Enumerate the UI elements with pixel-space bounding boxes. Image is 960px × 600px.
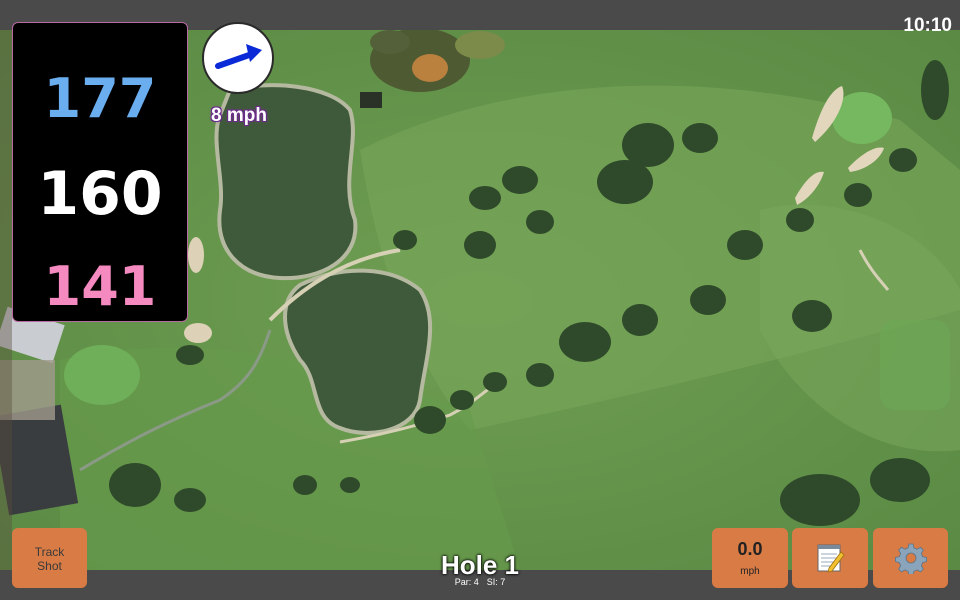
notes-button[interactable] [792, 528, 868, 588]
yardage-panel: 177 160 141 [12, 22, 188, 322]
si-text: SI: 7 [486, 577, 506, 587]
track-shot-label-line1: Track [34, 545, 65, 559]
settings-button[interactable] [873, 528, 948, 588]
speed-value: 0.0 [737, 539, 763, 559]
clock: 10:10 [903, 15, 952, 36]
par-text: Par: 4 [454, 577, 479, 587]
track-shot-button[interactable]: Track Shot [12, 528, 87, 588]
hole-info: Par: 4 SI: 7 [380, 577, 580, 587]
wind-indicator [202, 22, 274, 94]
wind-speed: 8 mph [211, 105, 267, 126]
track-shot-label-line2: Shot [37, 559, 62, 573]
gear-icon [894, 543, 927, 574]
middle-yardage: 160 [37, 159, 163, 229]
notepad-icon [817, 544, 845, 573]
back-yardage: 177 [43, 67, 157, 130]
speed-button[interactable]: 0.0 mph [712, 528, 788, 588]
speed-unit: mph [740, 566, 760, 577]
front-yardage: 141 [43, 255, 157, 318]
wind-direction-arrow-icon [215, 44, 262, 69]
